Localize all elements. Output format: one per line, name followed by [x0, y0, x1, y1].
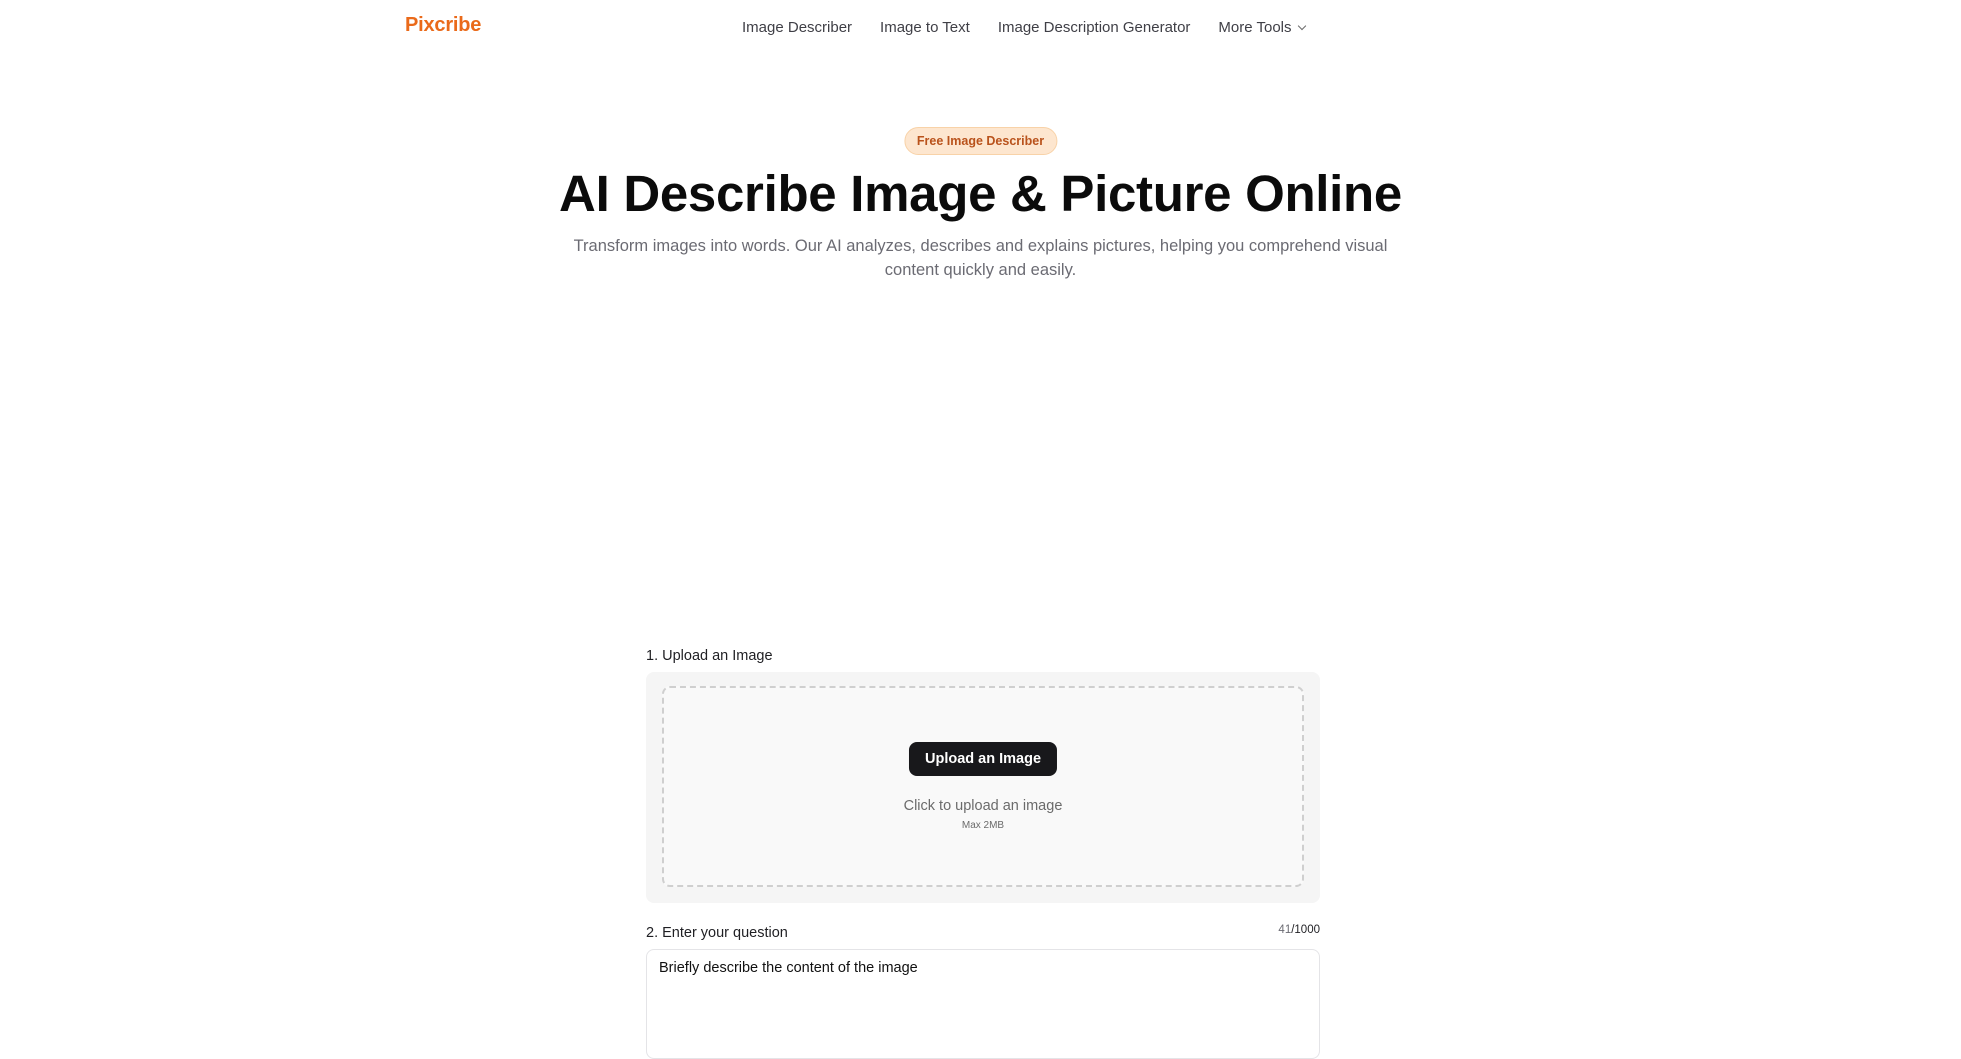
nav-image-description-generator[interactable]: Image Description Generator [998, 19, 1191, 36]
nav-image-describer[interactable]: Image Describer [742, 19, 852, 36]
nav-more-tools-label: More Tools [1218, 19, 1292, 36]
logo[interactable]: Pixcribe [405, 14, 481, 37]
upload-image-button[interactable]: Upload an Image [908, 742, 1058, 776]
char-limit: /1000 [1291, 924, 1320, 936]
upload-step-label: 1. Upload an Image [646, 648, 773, 664]
describer-tool: 1. Upload an Image Upload an Image Click… [646, 648, 1320, 1059]
upload-dropzone[interactable]: Upload an Image Click to upload an image… [662, 686, 1304, 887]
main-nav: Image Describer Image to Text Image Desc… [742, 19, 1306, 36]
char-counter: 41/1000 [1278, 924, 1320, 936]
upload-panel: Upload an Image Click to upload an image… [646, 672, 1320, 903]
chevron-down-icon [1297, 21, 1306, 30]
page-title: AI Describe Image & Picture Online [559, 165, 1402, 222]
char-count: 41 [1278, 924, 1292, 936]
nav-more-tools[interactable]: More Tools [1218, 19, 1306, 36]
hero-badge: Free Image Describer [903, 127, 1058, 155]
question-header: 2. Enter your question 41/1000 [646, 924, 1320, 941]
top-header: Pixcribe Image Describer Image to Text I… [0, 0, 1961, 56]
question-step-label: 2. Enter your question [646, 925, 788, 941]
upload-max-size: Max 2MB [961, 820, 1005, 831]
page-subtitle: Transform images into words. Our AI anal… [573, 237, 1388, 279]
question-input[interactable]: Briefly describe the content of the imag… [646, 949, 1320, 1059]
upload-hint: Click to upload an image [903, 798, 1063, 814]
nav-image-to-text[interactable]: Image to Text [880, 19, 970, 36]
